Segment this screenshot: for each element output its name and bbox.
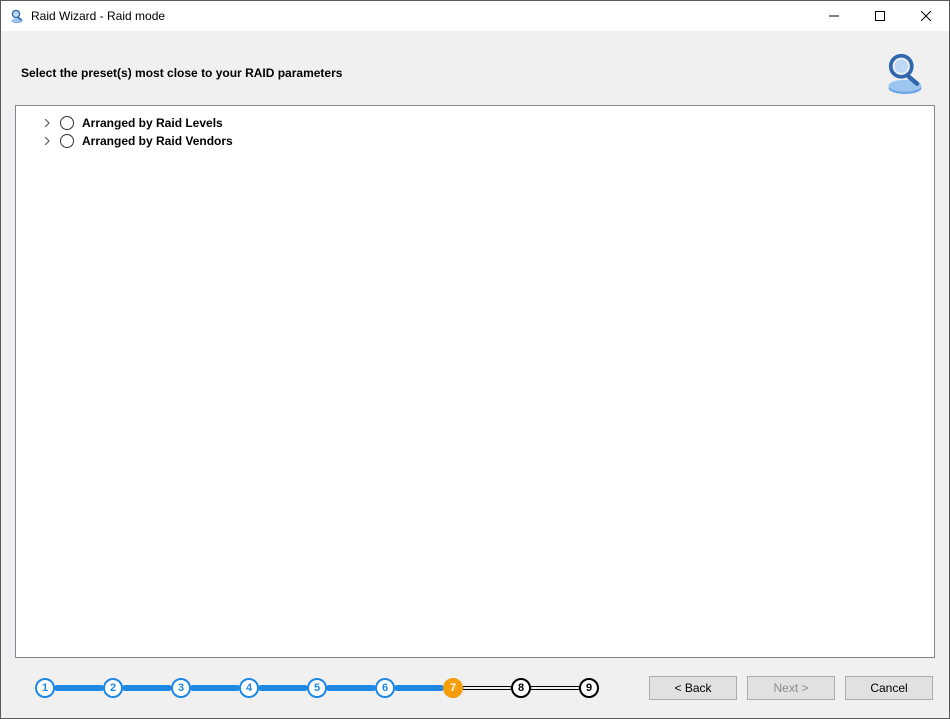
- minimize-button[interactable]: [811, 1, 857, 31]
- back-button[interactable]: < Back: [649, 676, 737, 700]
- chevron-right-icon[interactable]: [42, 136, 52, 146]
- tree-item-label: Arranged by Raid Levels: [82, 116, 223, 130]
- step-8: 8: [511, 678, 531, 698]
- chevron-right-icon[interactable]: [42, 118, 52, 128]
- tree-item-levels[interactable]: Arranged by Raid Levels: [20, 114, 930, 132]
- client-area: Select the preset(s) most close to your …: [1, 31, 949, 718]
- step-5: 5: [307, 678, 327, 698]
- window-title: Raid Wizard - Raid mode: [31, 9, 811, 23]
- step-connector: [54, 685, 104, 691]
- steps-area: 1 2 3 4 5 6 7 8 9: [35, 678, 649, 698]
- step-6: 6: [375, 678, 395, 698]
- magnifier-icon: [881, 49, 929, 97]
- tree-item-vendors[interactable]: Arranged by Raid Vendors: [20, 132, 930, 150]
- preset-tree: Arranged by Raid Levels Arranged by Raid…: [20, 112, 930, 150]
- titlebar: Raid Wizard - Raid mode: [1, 1, 949, 31]
- radio-vendors[interactable]: [60, 134, 74, 148]
- wizard-buttons: < Back Next > Cancel: [649, 676, 933, 700]
- step-9: 9: [579, 678, 599, 698]
- step-connector: [190, 685, 240, 691]
- window-controls: [811, 1, 949, 31]
- step-connector: [122, 685, 172, 691]
- step-connector: [394, 685, 444, 691]
- wizard-footer: 1 2 3 4 5 6 7 8 9 < Back Next > Cancel: [1, 658, 949, 718]
- step-4: 4: [239, 678, 259, 698]
- step-2: 2: [103, 678, 123, 698]
- step-connector: [258, 685, 308, 691]
- step-indicator: 1 2 3 4 5 6 7 8 9: [35, 678, 599, 698]
- wizard-window: Raid Wizard - Raid mode Select the prese…: [0, 0, 950, 719]
- step-connector: [462, 686, 512, 690]
- wizard-header: Select the preset(s) most close to your …: [1, 31, 949, 105]
- next-button[interactable]: Next >: [747, 676, 835, 700]
- close-button[interactable]: [903, 1, 949, 31]
- cancel-button[interactable]: Cancel: [845, 676, 933, 700]
- step-3: 3: [171, 678, 191, 698]
- radio-levels[interactable]: [60, 116, 74, 130]
- step-connector: [530, 686, 580, 690]
- tree-item-label: Arranged by Raid Vendors: [82, 134, 233, 148]
- preset-list-panel: Arranged by Raid Levels Arranged by Raid…: [15, 105, 935, 658]
- step-connector: [326, 685, 376, 691]
- maximize-button[interactable]: [857, 1, 903, 31]
- step-1: 1: [35, 678, 55, 698]
- app-icon: [9, 8, 25, 24]
- step-7: 7: [443, 678, 463, 698]
- instruction-text: Select the preset(s) most close to your …: [21, 66, 873, 80]
